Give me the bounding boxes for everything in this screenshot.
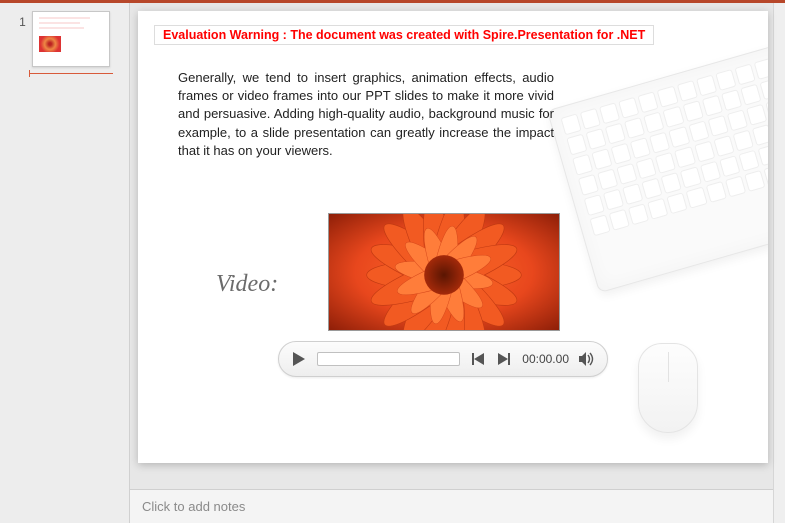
volume-button[interactable]: [579, 351, 595, 367]
notes-placeholder: Click to add notes: [142, 499, 245, 514]
slide-body-paragraph: Generally, we tend to insert graphics, a…: [178, 69, 554, 160]
skip-back-button[interactable]: [470, 351, 486, 367]
seek-bar[interactable]: [317, 352, 460, 366]
mouse-decoration: [638, 343, 698, 433]
keyboard-decoration: [547, 39, 768, 293]
video-controls: 00:00.00: [278, 341, 608, 377]
slide-thumbnail-panel: 1: [0, 3, 130, 523]
skip-back-icon: [472, 353, 484, 365]
video-label: Video:: [216, 271, 278, 298]
skip-forward-button[interactable]: [496, 351, 512, 367]
slide-stage: Evaluation Warning : The document was cr…: [130, 3, 773, 489]
evaluation-warning-banner: Evaluation Warning : The document was cr…: [154, 25, 654, 45]
notes-pane[interactable]: Click to add notes: [130, 489, 773, 523]
skip-forward-icon: [498, 353, 510, 365]
play-button[interactable]: [291, 351, 307, 367]
play-icon: [293, 352, 305, 366]
timecode: 00:00.00: [522, 352, 569, 366]
slide-canvas[interactable]: Evaluation Warning : The document was cr…: [138, 11, 768, 463]
slide-thumbnail-number: 1: [19, 11, 26, 523]
vertical-scrollbar[interactable]: [773, 3, 785, 523]
volume-icon: [579, 352, 595, 366]
video-poster-image: [329, 214, 559, 330]
slide-thumbnail[interactable]: [32, 11, 110, 67]
video-frame[interactable]: [328, 213, 560, 331]
